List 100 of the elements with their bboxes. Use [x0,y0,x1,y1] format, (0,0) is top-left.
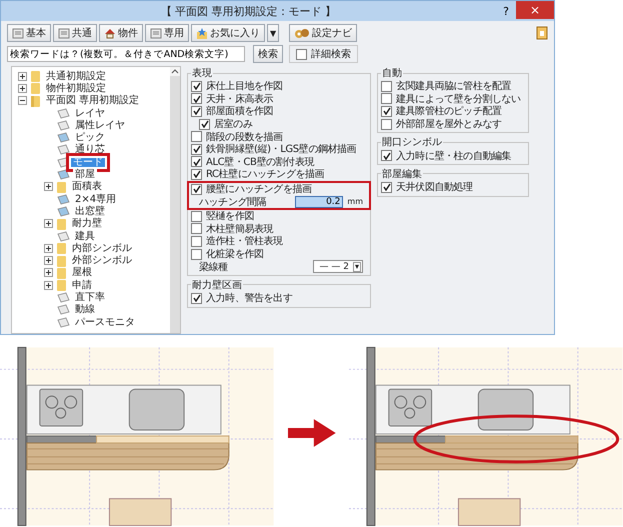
toolbar-button[interactable]: 共通 [53,24,97,42]
unit-label: mm [347,197,363,206]
line-type-dropdown[interactable]: — — 2 ▾ [312,260,363,274]
tree-item[interactable]: 平面図 専用初期設定 [44,95,142,106]
folder-icon [30,82,41,94]
checkbox-label: RC柱壁にハッチングを描画 [206,168,324,182]
tree-item[interactable]: 属性レイヤ [73,120,127,131]
group-title: 耐力壁区画 [191,278,243,292]
window-title: 【 平面図 専用初期設定：モード 】 [160,4,338,18]
checkbox-label: 化粧梁を作図 [206,248,264,262]
checkbox[interactable] [381,150,392,162]
toolbar-button[interactable]: 基本 [7,24,51,42]
dropdown-button[interactable]: ▼ [267,24,280,42]
checkbox[interactable] [191,144,202,155]
expand-toggle[interactable] [44,280,53,290]
tree-item[interactable]: 動線 [73,304,97,316]
toolbar-button[interactable]: 専用 [145,24,189,42]
checkbox-label: 木柱壁簡易表現 [206,222,274,236]
sheet-icon [57,169,70,180]
checkbox[interactable] [191,210,202,222]
checkbox-label: 外部部屋を屋外とみなす [396,118,502,132]
tree-item[interactable]: 部屋 [73,169,97,180]
sheet-icon [57,230,70,242]
note-icon[interactable] [536,26,548,40]
group-title: 表現 [191,66,213,80]
sheet-icon [57,316,70,328]
checkbox-label: 玄関建具両脇に管柱を配置 [396,80,512,94]
folder-icon [56,242,67,254]
search-button[interactable]: 検索 [253,45,283,63]
expand-toggle[interactable] [44,256,53,266]
checkbox[interactable] [191,236,202,247]
expand-toggle[interactable] [18,84,27,93]
sheet-icon [57,292,70,303]
scrollbar[interactable] [170,67,180,333]
tree-item[interactable]: 物件初期設定 [44,82,108,94]
sheet-icon [57,304,70,316]
expand-toggle[interactable] [18,96,27,106]
checkbox[interactable] [381,182,392,193]
checkbox[interactable] [381,93,392,104]
tree-item[interactable]: 直下率 [73,292,107,303]
tree-item[interactable]: 建具 [73,230,97,242]
folder-icon [30,94,41,107]
checkbox[interactable] [381,106,392,117]
group-title: 自動 [381,67,403,80]
tree-item[interactable]: 内部シンボル [70,242,134,254]
checkbox[interactable] [191,223,202,234]
expand-toggle[interactable] [44,219,53,228]
detail-search-checkbox[interactable] [296,48,307,60]
scroll-up-icon[interactable] [170,67,180,76]
document-icon [58,28,70,38]
arrow-icon [288,418,336,446]
checkbox-label: 竪樋を作図 [206,210,254,224]
field-label: 梁線種 [199,260,229,274]
star-icon [196,28,208,38]
checkbox-label: 建具によって壁を分割しない [396,92,521,106]
tree-item[interactable]: 外部シンボル [70,255,134,266]
tree-item[interactable]: レイヤ [73,108,107,119]
checkbox-label: 腰壁にハッチングを描画 [206,182,312,196]
toolbar-button[interactable]: 物件 [99,24,143,42]
folder-icon [56,266,67,279]
checkbox[interactable] [191,292,202,304]
checkbox[interactable] [191,131,202,142]
navi-button[interactable]: 設定ナビ [289,24,358,42]
tree-item[interactable]: 申請 [70,280,94,291]
tree-item[interactable]: 出窓壁 [73,206,107,217]
checkbox[interactable] [381,118,392,130]
checkbox[interactable] [191,156,202,168]
checkbox[interactable] [381,80,392,92]
help-button[interactable]: ? [496,1,516,21]
checkbox[interactable] [191,184,202,195]
checkbox[interactable] [191,80,202,92]
folder-icon [56,218,67,230]
sheet-icon [57,132,70,144]
number-field[interactable]: 0.2 [295,196,344,208]
checkbox-label: 鉄骨胴縁壁(縦)・LGS壁の鋼材描画 [206,142,356,156]
checkbox-label: 天井・床高表示 [206,92,274,106]
close-button[interactable]: × [516,1,554,19]
checkbox[interactable] [191,248,202,260]
detail-search-label: 詳細検索 [311,48,351,61]
sheet-icon [57,120,70,131]
checkbox[interactable] [191,168,202,180]
tree-item[interactable]: 共通初期設定 [44,70,108,82]
sheet-icon [57,194,70,205]
checkbox[interactable] [191,93,202,104]
checkbox[interactable] [191,106,202,117]
checkbox-label: 階段の段数を描画 [206,130,283,144]
expand-toggle[interactable] [18,72,27,81]
checkbox-label: 天井伏図自動処理 [396,180,473,194]
sheet-icon [57,144,70,156]
house-icon [104,28,116,38]
tree-item[interactable]: 耐力壁 [70,218,104,230]
search-field[interactable]: 検索ワードは？(複数可。＆付きでAND検索文字) [7,46,245,62]
tree-item[interactable]: 面積表 [70,181,104,192]
expand-toggle[interactable] [44,182,53,192]
toolbar-button[interactable]: お気に入り [191,24,265,42]
tree-item[interactable]: 屋根 [70,267,94,278]
checkbox[interactable] [199,118,210,130]
expand-toggle[interactable] [44,268,53,278]
checkbox-label: ALC壁・CB壁の割付表現 [206,156,314,168]
expand-toggle[interactable] [44,244,53,253]
